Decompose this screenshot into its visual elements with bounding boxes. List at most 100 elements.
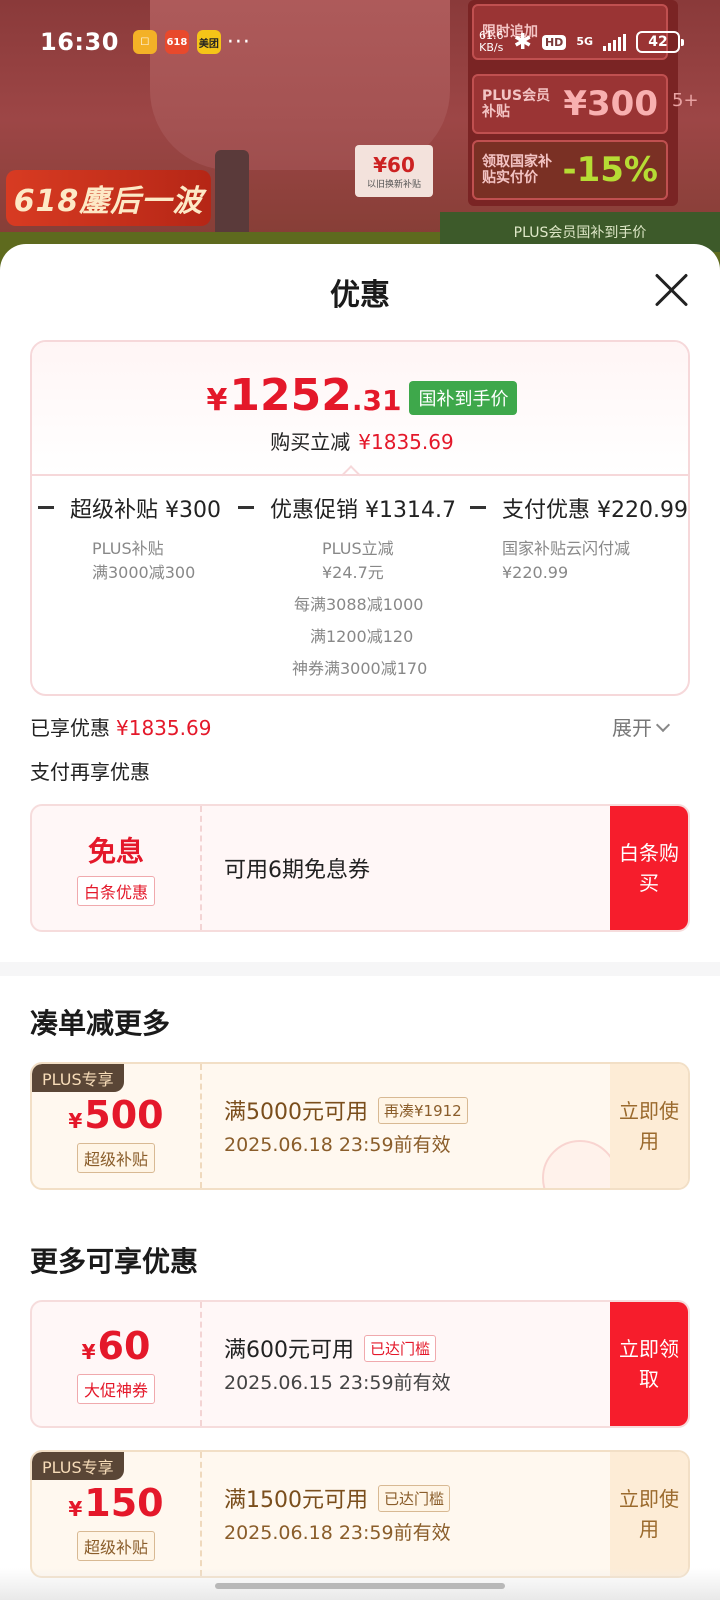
- baitiao-buy-button[interactable]: 白条购买: [610, 806, 688, 930]
- baitiao-offer-card: 免息 白条优惠 可用6期免息券 白条购买: [30, 804, 690, 932]
- notes-app-icon: ☐: [132, 30, 157, 54]
- minus-icon: [238, 506, 254, 509]
- coupon-500-condition-row: 满5000元可用 再凑¥1912: [224, 1094, 468, 1126]
- promo-banner: 618鏖后一波: [6, 170, 211, 226]
- network-type: 5G: [576, 35, 593, 48]
- tradein-value: ¥60: [373, 152, 415, 177]
- coupon-card-150: PLUS专享 ¥150 超级补贴 满1500元可用 已达门槛 2025.06.1…: [30, 1450, 690, 1578]
- coupon-card-60: ¥60 大促神券 满600元可用 已达门槛 2025.06.15 23:59前有…: [30, 1300, 690, 1428]
- breakdown-super-subsidy-title: 超级补贴 ¥300: [70, 498, 221, 523]
- promo-row-subsidy: 领取国家补贴实付价 -15%: [472, 140, 668, 200]
- claimed-stamp-icon: [542, 1140, 618, 1188]
- coupon-150-amount: 150: [84, 1481, 164, 1525]
- sheet-title: 优惠: [330, 278, 390, 313]
- breakdown-payment-title: 支付优惠 ¥220.99: [502, 498, 688, 523]
- breakdown-promotion-line: 每满3088减1000: [294, 595, 424, 614]
- coupon-60-currency: ¥: [81, 1340, 96, 1364]
- baitiao-offer-text: 可用6期免息券: [224, 858, 370, 883]
- coupon-60-condition-row: 满600元可用 已达门槛: [224, 1332, 437, 1364]
- promo-row-plus-value: ¥300: [563, 84, 658, 124]
- coupon-150-left: ¥150 超级补贴: [32, 1452, 200, 1576]
- hd-voice-icon: HD: [541, 34, 567, 50]
- status-bar: 16:30 ☐ 618 美团 ··· 61.6 KB/s ✱ HD 5G 42: [0, 0, 720, 84]
- price-summary-header: ¥ 1252 .31 国补到手价 购买立减 ¥1835.69: [32, 342, 688, 474]
- breakdown-payment-line: 国家补贴云闪付减: [502, 539, 631, 558]
- expand-label: 展开: [612, 716, 652, 740]
- status-right: 61.6 KB/s ✱ HD 5G 42: [479, 29, 684, 55]
- battery-icon: 42: [636, 31, 684, 53]
- network-speed: 61.6 KB/s: [479, 30, 504, 54]
- breakdown-promotion-line: PLUS立减: [322, 539, 394, 558]
- instant-discount-amount: ¥1835.69: [358, 430, 454, 454]
- breakdown-super-subsidy-line: PLUS补贴: [92, 539, 164, 558]
- coupon-150-condition-row: 满1500元可用 已达门槛: [224, 1482, 451, 1514]
- coupon-60-left: ¥60 大促神券: [32, 1302, 200, 1426]
- pay-again-title: 支付再享优惠: [30, 760, 150, 784]
- breakdown-super-subsidy-line: 满3000减300: [92, 563, 196, 582]
- coupon-60-amount: 60: [97, 1324, 151, 1368]
- more-notifications-icon: ···: [226, 29, 251, 55]
- coupon-divider: [200, 1302, 202, 1426]
- network-speed-unit: KB/s: [479, 41, 504, 54]
- baitiao-offer-left: 免息 白条优惠: [32, 806, 200, 930]
- coupon-60-claim-button[interactable]: 立即领取: [610, 1302, 688, 1426]
- breakdown-promotion-line: 满1200减120: [310, 627, 414, 646]
- instant-discount-label: 购买立减: [270, 430, 351, 454]
- promo-row-subsidy-label: 领取国家补贴实付价: [482, 154, 552, 186]
- signal-icon: [603, 33, 626, 51]
- expand-button[interactable]: 展开: [612, 712, 671, 741]
- baitiao-offer-big: 免息: [87, 835, 144, 868]
- home-indicator[interactable]: [215, 1583, 505, 1589]
- bluetooth-icon: ✱: [513, 29, 532, 55]
- coupon-60-value: ¥60: [82, 1324, 151, 1368]
- section-divider: [0, 962, 720, 976]
- chair-base-image: [215, 150, 249, 240]
- status-time: 16:30: [40, 28, 119, 56]
- enjoyed-discount-label: 已享优惠: [30, 716, 110, 740]
- promo-row-subsidy-value: -15%: [562, 150, 659, 190]
- enjoyed-discount-amount: ¥1835.69: [116, 716, 212, 740]
- coupon-500-badge: 再凑¥1912: [378, 1096, 468, 1124]
- coupon-150-condition: 满1500元可用: [224, 1488, 368, 1513]
- coupon-500-value: ¥500: [68, 1093, 163, 1137]
- price-summary-card: ¥ 1252 .31 国补到手价 购买立减 ¥1835.69 超级补贴 ¥300 …: [30, 340, 690, 696]
- final-price-currency: ¥: [206, 383, 228, 418]
- promo-extra-count: 5+: [672, 90, 699, 111]
- coupon-60-validity: 2025.06.15 23:59前有效: [224, 1372, 451, 1394]
- coupon-500-use-button[interactable]: 立即使用: [610, 1064, 688, 1188]
- section-title-combine: 凑单减更多: [30, 1007, 171, 1040]
- promo-row-plus-label: PLUS会员补贴: [482, 88, 551, 120]
- coupon-150-currency: ¥: [68, 1497, 83, 1521]
- minus-icon: [38, 506, 54, 509]
- coupon-150-use-button[interactable]: 立即使用: [610, 1452, 688, 1576]
- coupon-150-type: 超级补贴: [76, 1531, 155, 1561]
- coupon-500-left: ¥500 超级补贴: [32, 1064, 200, 1188]
- discount-sheet: 优惠 ¥ 1252 .31 国补到手价 购买立减 ¥1835.69 超级补贴 ¥3…: [0, 244, 720, 1600]
- coupon-500-amount: 500: [84, 1093, 164, 1137]
- breakdown-promotion-line: ¥24.7元: [322, 563, 384, 582]
- breakdown-promotion-title: 优惠促销 ¥1314.7: [270, 498, 456, 523]
- minus-icon: [470, 506, 486, 509]
- discount-breakdown: 超级补贴 ¥300 PLUS补贴 满3000减300 优惠促销 ¥1314.7 …: [32, 474, 688, 694]
- coupon-card-500: PLUS专享 ¥500 超级补贴 满5000元可用 再凑¥1912 2025.0…: [30, 1062, 690, 1190]
- tradein-tag: ¥60 以旧换新补贴: [355, 145, 433, 197]
- coupon-divider: [200, 1064, 202, 1188]
- close-icon[interactable]: [652, 270, 692, 310]
- coupon-150-badge: 已达门槛: [378, 1484, 451, 1512]
- price-type-badge: 国补到手价: [409, 381, 518, 415]
- chevron-down-icon: [655, 717, 671, 732]
- coupon-divider: [200, 1452, 202, 1576]
- final-price-integer: 1252: [229, 370, 352, 421]
- coupon-150-value: ¥150: [68, 1481, 163, 1525]
- breakdown-promotion-line: 神券满3000减170: [292, 659, 428, 678]
- tradein-label: 以旧换新补贴: [366, 179, 421, 190]
- coupon-60-badge: 已达门槛: [364, 1334, 437, 1362]
- enjoyed-discount: 已享优惠 ¥1835.69: [30, 712, 211, 741]
- notification-icons: ☐ 618 美团: [132, 30, 221, 54]
- section-title-more: 更多可享优惠: [30, 1245, 199, 1278]
- coupon-divider: [200, 806, 202, 930]
- coupon-60-condition: 满600元可用: [224, 1338, 354, 1363]
- coupon-150-validity: 2025.06.18 23:59前有效: [224, 1522, 451, 1544]
- coupon-60-type: 大促神券: [76, 1374, 155, 1404]
- instant-discount-row: 购买立减 ¥1835.69: [32, 426, 688, 455]
